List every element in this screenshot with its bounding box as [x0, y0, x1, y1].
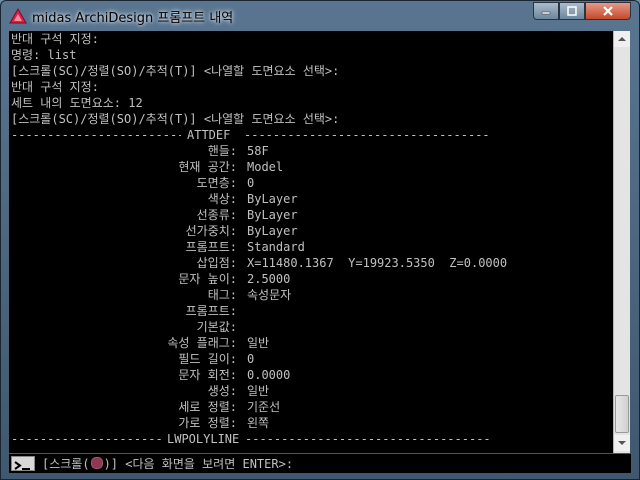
history-line: 세트 내의 도면요소: 12	[11, 96, 143, 110]
property-label: 세로 정렬:	[178, 400, 237, 414]
separator-lwpolyline: ----------------------------------------…	[11, 432, 489, 446]
app-logo-icon	[9, 8, 27, 24]
history-line: [스크롤(SC)/정렬(SO)/추적(T)] <나열할 도면요소 선택>:	[11, 112, 340, 126]
property-value: 일반	[247, 384, 270, 398]
property-label: 문자 높이:	[178, 272, 237, 286]
command-prompt-text: [스크롤( )] <다음 화면을 보려면 ENTER>:	[42, 456, 293, 472]
property-label: 가로 정렬:	[178, 416, 237, 430]
property-value: ByLayer	[247, 208, 298, 222]
property-value: Standard	[247, 240, 305, 254]
property-value: 속성문자	[247, 288, 292, 302]
close-icon	[603, 6, 613, 16]
property-label: 현재 공간:	[178, 160, 237, 174]
property-label: 프롬프트:	[185, 240, 237, 254]
history-line: 반대 구석 지정:	[11, 80, 99, 94]
separator-label: LWPOLYLINE	[167, 432, 240, 446]
property-label: 태그:	[207, 288, 237, 302]
history-line: 반대 구석 지정:	[11, 32, 99, 46]
property-label: 삽입점:	[196, 256, 237, 270]
property-value: 0.0000	[247, 368, 291, 382]
property-label: 핸들:	[207, 144, 237, 158]
property-value: Model	[247, 160, 284, 174]
marker-icon	[90, 457, 103, 469]
property-label: 선종류:	[196, 208, 237, 222]
title-bar[interactable]: midas ArchiDesign 프롬프트 내역	[1, 1, 639, 31]
property-label: 기본값:	[196, 320, 237, 334]
scroll-down-button[interactable]	[614, 435, 630, 451]
property-label: 선가중치:	[185, 224, 237, 238]
property-value: ByLayer	[247, 224, 298, 238]
property-value: 0	[247, 176, 255, 190]
property-value: 일반	[247, 336, 270, 350]
window-title: midas ArchiDesign 프롬프트 내역	[32, 11, 234, 26]
prompt-history-window: midas ArchiDesign 프롬프트 내역 반대 구석 지정: 명령: …	[0, 0, 640, 480]
property-label: 속성 플래그:	[167, 336, 237, 350]
property-label: 색상:	[207, 192, 237, 206]
history-line: [스크롤(SC)/정렬(SO)/추적(T)] <나열할 도면요소 선택>:	[11, 64, 340, 78]
separator-label: ATTDEF	[187, 128, 231, 142]
minimize-button[interactable]	[533, 2, 559, 20]
property-value: ByLayer	[247, 192, 298, 206]
maximize-icon	[567, 6, 577, 16]
property-label: 문자 회전:	[178, 368, 237, 382]
separator-attdef: ----------------------------------------…	[11, 128, 489, 142]
property-value: 기준선	[247, 400, 281, 414]
property-label: 도면층:	[196, 176, 237, 190]
close-button[interactable]	[585, 2, 631, 20]
scrollbar-thumb[interactable]	[615, 395, 629, 433]
property-label: 필드 길이:	[178, 352, 237, 366]
command-line[interactable]: [스크롤( )] <다음 화면을 보려면 ENTER>:	[9, 453, 631, 473]
property-value: X=11480.1367 Y=19923.5350 Z=0.0000	[247, 256, 508, 270]
property-value: 0	[247, 352, 255, 366]
maximize-button[interactable]	[559, 2, 585, 20]
property-value: 2.5000	[247, 272, 291, 286]
prompt-history-text[interactable]: 반대 구석 지정: 명령: list [스크롤(SC)/정렬(SO)/추적(T)…	[9, 31, 613, 453]
history-line: 명령: list	[11, 48, 77, 62]
property-label: 프롬프트:	[185, 304, 237, 318]
scroll-down-icon	[618, 441, 626, 445]
vertical-scrollbar[interactable]	[613, 31, 630, 453]
command-prefix: [스크롤(	[42, 457, 90, 471]
command-suffix: )] <다음 화면을 보려면 ENTER>:	[103, 457, 294, 471]
command-prompt-icon[interactable]	[11, 456, 35, 471]
scroll-up-icon	[618, 37, 626, 41]
property-label: 생성:	[207, 384, 237, 398]
property-value: 왼쪽	[247, 416, 270, 430]
minimize-icon	[541, 11, 551, 15]
property-value: 58F	[247, 144, 269, 158]
scroll-up-button[interactable]	[614, 31, 630, 47]
